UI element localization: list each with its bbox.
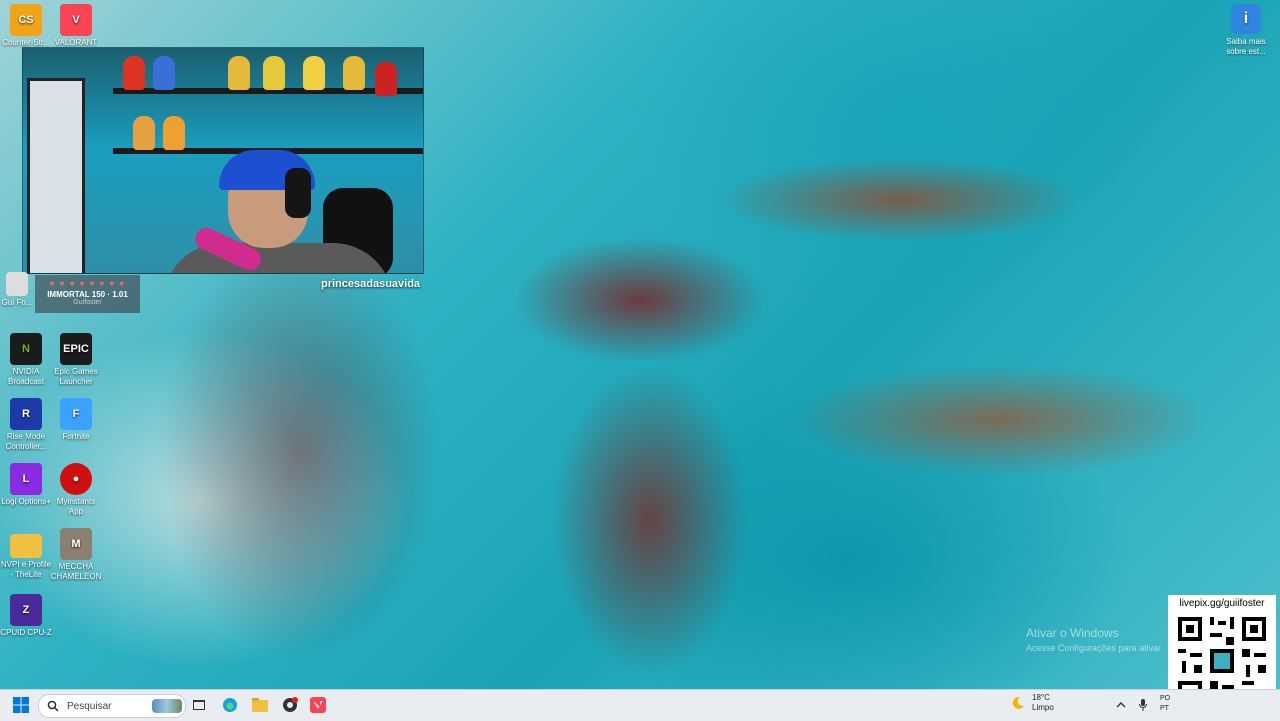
desktop-icon-label: Saiba mais sobre est... <box>1226 37 1266 56</box>
headset <box>285 168 311 218</box>
search-placeholder: Pesquisar <box>67 700 112 712</box>
desktop-icon-fortnite[interactable]: F Fortnite <box>50 398 102 442</box>
folder-icon <box>10 534 42 558</box>
activate-windows-watermark: Ativar o Windows Acesse Configurações pa… <box>1026 626 1161 653</box>
myinstants-icon: ● <box>60 463 92 495</box>
start-button[interactable] <box>10 694 32 716</box>
file-explorer-icon <box>252 698 268 712</box>
webcam-overlay <box>22 47 424 274</box>
taskbar-search[interactable]: Pesquisar <box>38 694 186 718</box>
fortnite-icon: F <box>60 398 92 430</box>
desktop-icon-myinstants[interactable]: ● Myinstants App <box>50 463 102 517</box>
desktop-icon-nvpi[interactable]: NVPI e Profile - TheLite <box>0 528 52 580</box>
desktop-icon-label: Epic Games Launcher <box>54 367 98 386</box>
nvidia-icon: N <box>10 333 42 365</box>
watermark-line1: Ativar o Windows <box>1026 626 1119 640</box>
desktop-icon-cpu-z[interactable]: Z CPUID CPU-Z <box>0 594 52 638</box>
desktop-icon-label: Myinstants App <box>56 497 96 516</box>
cpu-z-icon: Z <box>10 594 42 626</box>
task-view-button[interactable] <box>190 694 208 716</box>
app-icon <box>6 272 28 296</box>
figure <box>133 116 155 150</box>
counter-strike-icon: CS <box>10 4 42 36</box>
desktop-icon-nvidia-broadcast[interactable]: N NVIDIA Broadcast <box>0 333 52 387</box>
obs-icon <box>283 697 298 712</box>
weather-temp: 18°C <box>1032 693 1050 702</box>
figure <box>153 56 175 90</box>
desktop-icon-label: Logi Options+ <box>1 497 51 506</box>
desktop-icon-label: Fortnite <box>62 432 90 441</box>
figure <box>228 56 250 90</box>
figure <box>123 56 145 90</box>
meccha-chameleon-icon: M <box>60 528 92 560</box>
qr-url: livepix.gg/guiifoster <box>1179 598 1265 609</box>
figure <box>263 56 285 90</box>
desktop-icon-learn-more[interactable]: i Saiba mais sobre est... <box>1218 4 1274 57</box>
moon-icon <box>1012 696 1024 709</box>
windows-start-icon <box>13 697 29 713</box>
info-icon: i <box>1231 4 1261 34</box>
search-highlight-image <box>152 699 182 713</box>
microphone-button[interactable] <box>1136 694 1150 716</box>
language-line2: PT <box>1160 705 1169 712</box>
desktop-icon-rise-mode[interactable]: R Rise Mode Controller... <box>0 398 52 452</box>
language-line1: PO <box>1160 695 1171 702</box>
desktop-icon-partial[interactable]: Gui Fo... <box>0 272 34 308</box>
background-monitor <box>27 78 85 273</box>
rank-subtext: Guifoster <box>73 299 102 306</box>
desktop-icon-label: MECCHA CHAMELEON <box>50 562 102 581</box>
rise-mode-icon: R <box>10 398 42 430</box>
desktop-icon-label: NVIDIA Broadcast <box>7 367 45 386</box>
valorant-taskbar-icon <box>310 697 326 713</box>
watermark-line2: Acesse Configurações para ativar <box>1026 643 1162 653</box>
rank-overlay: ● ● ● ● ● ● ● ● IMMORTAL 150 · 1.01 Guif… <box>35 275 140 313</box>
weather-widget[interactable]: 18°C Limpo <box>1010 693 1054 713</box>
epic-games-icon: EPIC <box>60 333 92 365</box>
desktop-icon-label: Gui Fo... <box>1 298 33 307</box>
weather-desc: Limpo <box>1032 703 1054 712</box>
figure <box>343 56 365 90</box>
taskbar: Pesquisar 18°C Limpo PO PT <box>0 689 1280 721</box>
desktop-icon-logi-options[interactable]: L Logi Options+ <box>0 463 52 507</box>
figure <box>375 62 397 96</box>
webcam-caption: princesadasuavida <box>321 278 421 290</box>
desktop-icon-valorant[interactable]: V VALORANT <box>50 4 102 48</box>
desktop-icon-epic-games[interactable]: EPIC Epic Games Launcher <box>50 333 102 387</box>
edge-button[interactable] <box>220 694 240 716</box>
file-explorer-button[interactable] <box>250 694 270 716</box>
task-view-icon <box>193 700 205 710</box>
rank-text: IMMORTAL 150 · 1.01 <box>47 290 128 299</box>
chevron-up-icon <box>1116 702 1126 708</box>
rank-dots: ● ● ● ● ● ● ● ● <box>49 278 126 288</box>
desktop-icon-counter-strike[interactable]: CS Counter-Str... <box>0 4 52 48</box>
desktop-icon-label: CPUID CPU-Z <box>0 628 52 637</box>
search-icon <box>47 700 59 712</box>
show-hidden-icons-button[interactable] <box>1114 694 1128 716</box>
edge-icon <box>223 698 237 712</box>
valorant-icon: V <box>60 4 92 36</box>
figure <box>163 116 185 150</box>
desktop-icon-label: NVPI e Profile - TheLite <box>0 560 52 579</box>
obs-button[interactable] <box>280 694 300 716</box>
language-indicator[interactable]: PO PT <box>1160 694 1170 714</box>
valorant-taskbar-button[interactable] <box>308 694 328 716</box>
microphone-icon <box>1139 699 1147 711</box>
logi-options-icon: L <box>10 463 42 495</box>
desktop-icon-label: Rise Mode Controller... <box>5 432 47 451</box>
desktop-icon-meccha-chameleon[interactable]: M MECCHA CHAMELEON <box>50 528 102 582</box>
figure <box>303 56 325 90</box>
